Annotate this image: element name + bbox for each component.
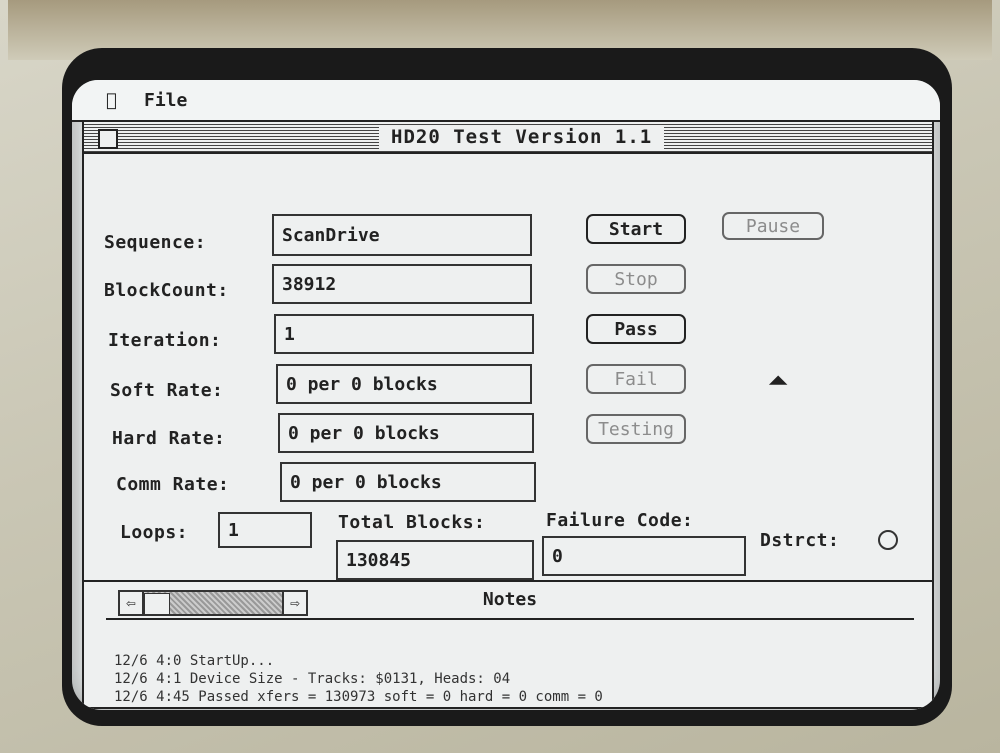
test-window: HD20 Test Version 1.1 Sequence: ScanDriv…: [82, 120, 934, 709]
blockcount-field[interactable]: 38912: [272, 264, 532, 304]
menu-file[interactable]: File: [144, 90, 187, 111]
failure-code-field[interactable]: 0: [542, 536, 746, 576]
title-bar[interactable]: HD20 Test Version 1.1: [84, 122, 932, 154]
total-blocks-field[interactable]: 130845: [336, 540, 534, 580]
apple-logo-icon[interactable]: : [106, 90, 117, 111]
loops-label: Loops:: [120, 522, 189, 543]
menu-bar:  File: [72, 80, 940, 122]
notes-line: 12/6 4:45 Passed xfers = 130973 soft = 0…: [114, 689, 603, 705]
notes-line: 12/6 4:1 Device Size - Tracks: $0131, He…: [114, 671, 511, 687]
fail-button[interactable]: Fail: [586, 364, 686, 394]
notes-pane: Notes 12/6 4:0 StartUp... 12/6 4:1 Devic…: [84, 580, 932, 709]
hard-rate-label: Hard Rate:: [112, 428, 226, 449]
blockcount-label: BlockCount:: [104, 280, 229, 301]
comm-rate-label: Comm Rate:: [116, 474, 230, 495]
dstrct-label: Dstrct:: [760, 530, 840, 551]
total-blocks-label: Total Blocks:: [338, 512, 486, 533]
notes-list: 12/6 4:0 StartUp... 12/6 4:1 Device Size…: [114, 652, 603, 706]
failure-code-label: Failure Code:: [546, 510, 694, 531]
loops-field[interactable]: 1: [218, 512, 312, 548]
window-title: HD20 Test Version 1.1: [379, 125, 665, 149]
soft-rate-label: Soft Rate:: [110, 380, 224, 401]
dstrct-radio[interactable]: [878, 530, 898, 550]
mac-screen:  File HD20 Test Version 1.1 Sequence: S…: [72, 80, 940, 710]
start-button[interactable]: Start: [586, 214, 686, 244]
testing-button[interactable]: Testing: [586, 414, 686, 444]
arrow-pointer-icon: ⏶: [768, 366, 789, 396]
pass-button[interactable]: Pass: [586, 314, 686, 344]
hard-rate-field[interactable]: 0 per 0 blocks: [278, 413, 534, 453]
soft-rate-field[interactable]: 0 per 0 blocks: [276, 364, 532, 404]
sequence-field[interactable]: ScanDrive: [272, 214, 532, 256]
pause-button[interactable]: Pause: [722, 212, 824, 240]
notes-title: Notes: [106, 582, 914, 620]
stop-button[interactable]: Stop: [586, 264, 686, 294]
close-box-icon[interactable]: [98, 129, 118, 149]
iteration-label: Iteration:: [108, 330, 222, 351]
comm-rate-field[interactable]: 0 per 0 blocks: [280, 462, 536, 502]
sequence-label: Sequence:: [104, 232, 207, 253]
notes-line: 12/6 4:0 StartUp...: [114, 653, 275, 669]
iteration-field[interactable]: 1: [274, 314, 534, 354]
